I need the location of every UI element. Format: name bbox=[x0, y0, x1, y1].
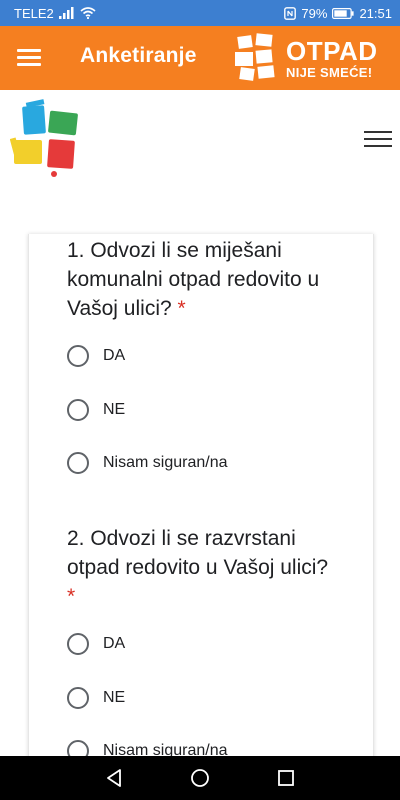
menu-icon-bar bbox=[17, 56, 41, 59]
carrier-name: TELE2 bbox=[14, 5, 54, 21]
radio-button[interactable] bbox=[67, 687, 89, 709]
menu-icon-bar bbox=[17, 49, 41, 52]
site-menu-button[interactable] bbox=[364, 131, 392, 151]
recents-square-icon[interactable] bbox=[274, 766, 298, 790]
required-mark: * bbox=[177, 297, 186, 320]
q1-option-ne[interactable]: NE bbox=[67, 395, 125, 425]
nfc-icon bbox=[284, 6, 297, 20]
question-2-text: 2. Odvozi li se razvrstani otpad redovit… bbox=[67, 527, 329, 579]
signal-icon bbox=[58, 7, 74, 19]
question-1: 1. Odvozi li se miješani komunalni otpad… bbox=[67, 236, 337, 323]
site-logo bbox=[10, 99, 78, 177]
back-triangle-icon[interactable] bbox=[102, 766, 126, 790]
brand-line1: OTPAD bbox=[286, 36, 378, 66]
survey-form-card: 1. Odvozi li se miješani komunalni otpad… bbox=[28, 234, 374, 774]
q2-option-ne[interactable]: NE bbox=[67, 683, 125, 713]
radio-button[interactable] bbox=[67, 633, 89, 655]
option-label: NE bbox=[103, 401, 126, 418]
home-circle-icon[interactable] bbox=[188, 766, 212, 790]
drawer-menu-button[interactable] bbox=[14, 46, 44, 70]
q2-option-da[interactable]: DA bbox=[67, 629, 125, 659]
question-1-text: 1. Odvozi li se miješani komunalni otpad… bbox=[67, 239, 320, 320]
option-label: DA bbox=[103, 347, 126, 364]
brand-text: OTPAD NIJE SMEĆE! bbox=[286, 38, 378, 79]
status-bar: TELE2 79% 21:51 bbox=[0, 0, 400, 26]
app-title: Anketiranje bbox=[80, 44, 197, 67]
wifi-icon bbox=[80, 7, 96, 19]
radio-button[interactable] bbox=[67, 452, 89, 474]
hamburger-icon-bar bbox=[364, 145, 392, 147]
required-mark: * bbox=[67, 585, 76, 608]
radio-button[interactable] bbox=[67, 399, 89, 421]
brand-logo: OTPAD NIJE SMEĆE! bbox=[232, 32, 392, 84]
app-bar: Anketiranje OTPAD NIJE SMEĆE! bbox=[0, 26, 400, 90]
radio-button[interactable] bbox=[67, 345, 89, 367]
hamburger-icon-bar bbox=[364, 131, 392, 133]
q1-option-nisam-siguran[interactable]: Nisam siguran/na bbox=[67, 448, 228, 478]
brand-line2: NIJE SMEĆE! bbox=[286, 65, 373, 80]
q1-option-da[interactable]: DA bbox=[67, 341, 125, 371]
option-label: Nisam siguran/na bbox=[103, 454, 228, 471]
battery-icon bbox=[332, 7, 355, 19]
question-2: 2. Odvozi li se razvrstani otpad redovit… bbox=[67, 524, 337, 611]
clock: 21:51 bbox=[359, 5, 392, 21]
option-label: DA bbox=[103, 635, 126, 652]
battery-percent: 79% bbox=[301, 5, 328, 21]
hamburger-icon-bar bbox=[364, 138, 392, 140]
menu-icon-bar bbox=[17, 63, 41, 66]
brand-logo-icon bbox=[235, 33, 275, 81]
system-nav-bar bbox=[0, 756, 400, 800]
option-label: NE bbox=[103, 689, 126, 706]
